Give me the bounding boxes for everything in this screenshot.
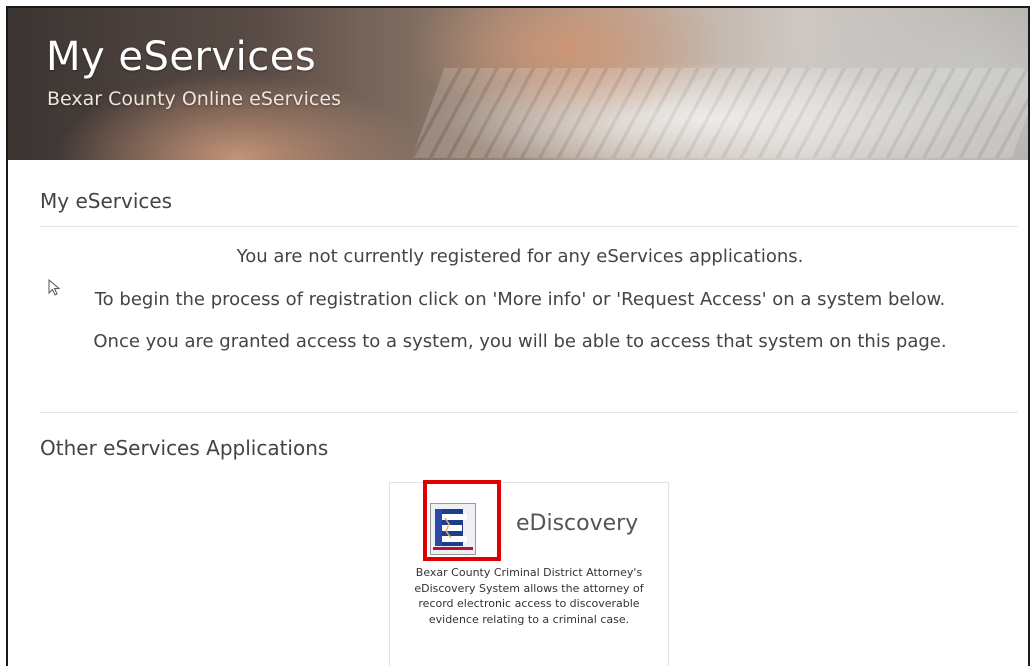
app-card-ediscovery[interactable]: eDiscovery Bexar County Criminal Distric… — [389, 480, 669, 666]
section-divider — [40, 226, 1018, 227]
my-eservices-heading: My eServices — [40, 189, 173, 213]
access-instructions: Once you are granted access to a system,… — [93, 331, 947, 352]
header-banner: My eServices Bexar County Online eServic… — [8, 8, 1028, 160]
section-divider — [40, 412, 1018, 413]
not-registered-message: You are not currently registered for any… — [236, 246, 804, 267]
banner-subtitle: Bexar County Online eServices — [47, 88, 341, 110]
banner-title: My eServices — [46, 34, 317, 80]
banner-keyboard-image — [411, 68, 1028, 158]
mouse-cursor-icon — [48, 279, 61, 296]
other-apps-heading: Other eServices Applications — [40, 436, 329, 460]
app-description-ediscovery: Bexar County Criminal District Attorney'… — [414, 566, 644, 626]
highlight-box — [423, 480, 501, 561]
page-frame: My eServices Bexar County Online eServic… — [6, 6, 1030, 666]
registration-instructions: To begin the process of registration cli… — [94, 289, 946, 310]
app-name-ediscovery[interactable]: eDiscovery — [516, 511, 638, 536]
